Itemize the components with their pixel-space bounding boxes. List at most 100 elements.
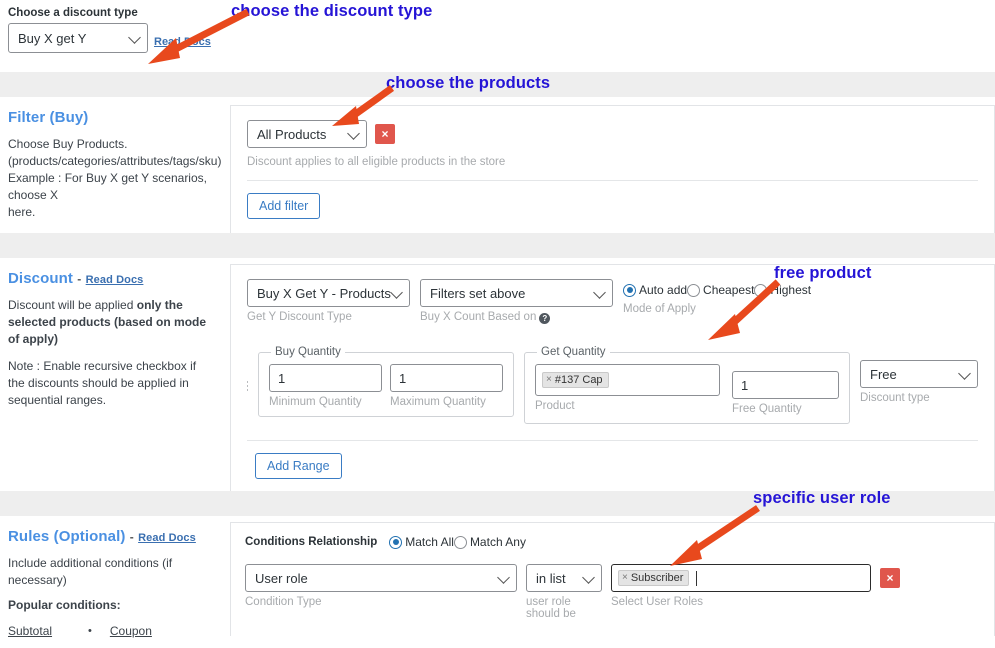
get-y-discount-type-value: Buy X Get Y - Products: [257, 285, 391, 301]
popular-conditions-label: Popular conditions:: [8, 598, 121, 612]
chevron-down-icon: [128, 31, 141, 44]
free-quantity-input[interactable]: 1: [732, 371, 839, 399]
chevron-down-icon: [497, 571, 510, 584]
rules-description: Rules (Optional) - Read Docs Include add…: [0, 516, 230, 648]
radio-dot-icon: [687, 283, 701, 297]
add-range-button[interactable]: Add Range: [255, 453, 342, 479]
buy-x-count-based-label-text: Buy X Count Based on: [420, 311, 537, 323]
product-chip-label: #137 Cap: [554, 373, 603, 386]
condition-operator-select[interactable]: in list: [526, 564, 602, 592]
filter-product-scope-value: All Products: [257, 126, 327, 142]
mode-radio-auto-add-label: Auto add: [639, 283, 688, 297]
filter-desc-line-3: Example : For Buy X get Y scenarios, cho…: [8, 171, 207, 202]
buy-quantity-group: Buy Quantity 1 Minimum Quantity 1 Maximu…: [258, 346, 514, 417]
chevron-down-icon: [390, 286, 403, 299]
get-quantity-group: Get Quantity × #137 Cap Product 1 Free Q…: [524, 346, 850, 424]
user-role-chip-label: Subscriber: [630, 571, 684, 584]
rules-title-text: Rules (Optional): [8, 528, 126, 545]
discount-type-free-value: Free: [870, 366, 897, 382]
discount-desc-note: Note : Enable recursive checkbox if the …: [8, 359, 197, 407]
section-divider-2: [0, 233, 995, 258]
get-quantity-legend: Get Quantity: [541, 346, 606, 358]
read-docs-link-discount[interactable]: Read Docs: [86, 274, 144, 286]
remove-filter-button[interactable]: ×: [375, 124, 395, 144]
relationship-radio-match-all-label: Match All: [405, 535, 454, 549]
discount-type-select-value: Buy X get Y: [18, 30, 87, 46]
rules-title: Rules (Optional) - Read Docs: [8, 528, 216, 545]
radio-dot-icon: [389, 535, 403, 549]
product-chip[interactable]: × #137 Cap: [542, 372, 609, 388]
annotation-arrow-free-product: [708, 279, 781, 340]
buy-x-count-based-select[interactable]: Filters set above: [420, 279, 613, 307]
rules-section: Rules (Optional) - Read Docs Include add…: [0, 516, 995, 648]
discount-title: Discount - Read Docs: [8, 270, 216, 287]
discount-type-free-select[interactable]: Free: [860, 360, 978, 388]
user-roles-tokenbox[interactable]: × Subscriber: [611, 564, 871, 592]
discount-title-dash: -: [77, 272, 82, 286]
discount-type-select[interactable]: Buy X get Y: [8, 23, 148, 53]
conditions-relationship-radio-group: Match All Match Any: [389, 535, 526, 549]
relationship-radio-match-all[interactable]: Match All: [389, 535, 454, 549]
chevron-down-icon: [582, 571, 595, 584]
filter-buy-title: Filter (Buy): [8, 109, 89, 126]
buy-quantity-legend: Buy Quantity: [275, 346, 341, 358]
discount-title-text: Discount: [8, 270, 73, 287]
relationship-radio-match-any[interactable]: Match Any: [453, 535, 526, 549]
rules-title-dash: -: [129, 530, 134, 544]
condition-operator-value: in list: [536, 570, 566, 586]
discount-description: Discount - Read Docs Discount will be ap…: [0, 258, 230, 494]
chip-remove-icon[interactable]: ×: [622, 572, 628, 583]
get-product-tokenbox[interactable]: × #137 Cap: [535, 364, 720, 396]
user-role-chip[interactable]: × Subscriber: [618, 570, 690, 586]
chip-remove-icon[interactable]: ×: [546, 374, 552, 385]
condition-type-value: User role: [255, 570, 308, 586]
filter-desc-line-1: Choose Buy Products.: [8, 137, 128, 151]
popular-condition-coupon[interactable]: Coupon: [110, 624, 152, 638]
annotation-choose-products: choose the products: [386, 74, 551, 92]
discount-desc-pre: Discount will be applied: [8, 298, 137, 312]
annotation-free-product: free product: [774, 264, 872, 282]
maximum-quantity-label: Maximum Quantity: [390, 396, 486, 408]
discount-divider: [247, 440, 978, 441]
conditions-relationship-label: Conditions Relationship: [245, 536, 378, 548]
condition-type-select[interactable]: User role: [245, 564, 517, 592]
help-icon[interactable]: ?: [539, 313, 551, 324]
get-y-discount-type-label: Get Y Discount Type: [247, 311, 352, 323]
remove-condition-button[interactable]: ×: [880, 568, 900, 588]
buy-x-count-based-label: Buy X Count Based on?: [420, 311, 613, 324]
free-quantity-label: Free Quantity: [732, 403, 802, 415]
discount-rule-editor-page: Choose a discount type Buy X get Y Read …: [0, 0, 995, 638]
radio-dot-icon: [623, 283, 636, 297]
filter-hint: Discount applies to all eligible product…: [247, 156, 506, 168]
get-y-discount-type-select[interactable]: Buy X Get Y - Products: [247, 279, 410, 307]
condition-type-label: Condition Type: [245, 596, 322, 608]
annotation-arrow-discount-type: [148, 8, 250, 64]
discount-type-free-label: Discount type: [860, 392, 930, 404]
buy-x-count-based-value: Filters set above: [430, 285, 526, 301]
annotation-arrow-user-role: [670, 505, 760, 566]
minimum-quantity-input[interactable]: 1: [269, 364, 382, 392]
rules-panel: Conditions Relationship Match All Match …: [230, 522, 995, 636]
discount-section: Discount - Read Docs Discount will be ap…: [0, 258, 995, 494]
filter-desc-line-4: here.: [8, 205, 36, 219]
discount-panel: Buy X Get Y - Products Get Y Discount Ty…: [230, 264, 995, 494]
chevron-down-icon: [593, 286, 606, 299]
rules-desc: Include additional conditions (if necess…: [8, 556, 173, 587]
radio-dot-icon: [453, 535, 467, 549]
read-docs-link-rules[interactable]: Read Docs: [138, 532, 196, 544]
chevron-down-icon: [347, 127, 360, 140]
minimum-quantity-label: Minimum Quantity: [269, 396, 362, 408]
maximum-quantity-input[interactable]: 1: [390, 364, 503, 392]
mode-radio-auto-add[interactable]: Auto add: [623, 283, 687, 297]
drag-handle-icon[interactable]: [247, 372, 248, 400]
user-roles-label: Select User Roles: [611, 596, 704, 608]
add-filter-button[interactable]: Add filter: [247, 193, 321, 219]
text-caret: [696, 570, 698, 586]
bullet-separator: •: [88, 625, 92, 637]
annotation-arrow-products: [332, 85, 395, 126]
get-product-label: Product: [535, 400, 575, 412]
filter-buy-description: Filter (Buy) Choose Buy Products. (produ…: [0, 97, 230, 241]
filter-desc-line-2: (products/categories/attributes/tags/sku…: [8, 154, 222, 168]
condition-operator-label: user role should be: [526, 596, 576, 620]
popular-condition-subtotal[interactable]: Subtotal: [8, 624, 88, 638]
